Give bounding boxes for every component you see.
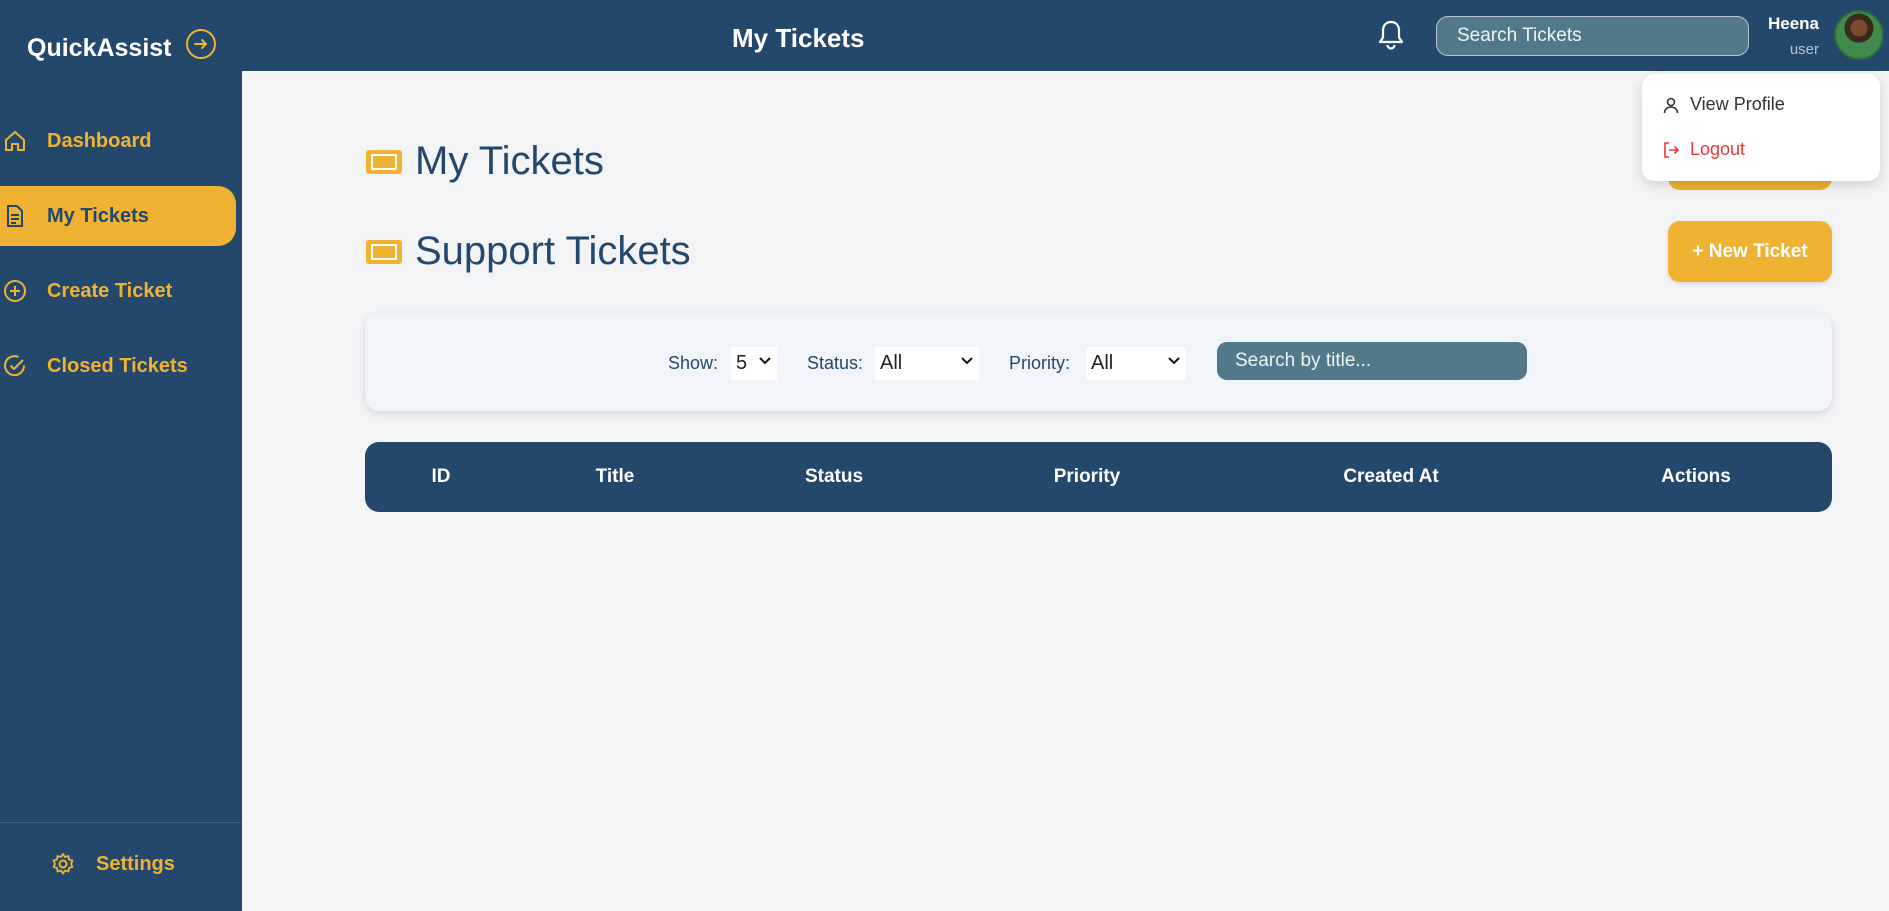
header-search-input[interactable] [1436, 16, 1749, 56]
status-label: Status: [807, 353, 864, 373]
priority-select-value: All [1091, 352, 1114, 374]
ticket-icon [366, 149, 402, 174]
column-header-status[interactable]: Status [805, 466, 863, 488]
sidebar-divider [0, 822, 242, 823]
chevron-down-icon [759, 357, 771, 365]
page-title-text: My Tickets [415, 139, 604, 183]
bell-icon [1378, 20, 1404, 50]
page-title: My Tickets [365, 139, 604, 184]
priority-label: Priority: [1009, 353, 1071, 373]
show-select[interactable]: 5 [731, 347, 777, 380]
column-header-actions[interactable]: Actions [1661, 466, 1731, 488]
document-icon [7, 205, 23, 227]
logout-icon [1664, 141, 1679, 158]
section-title: Support Tickets [365, 229, 691, 274]
view-profile-menu-item[interactable]: View Profile [1662, 94, 1785, 115]
sidebar-toggle-button[interactable] [186, 29, 216, 59]
sidebar-item-label: Dashboard [47, 129, 152, 152]
home-icon [5, 131, 25, 151]
section-title-text: Support Tickets [415, 229, 691, 273]
avatar[interactable] [1834, 10, 1884, 60]
status-select-value: All [880, 352, 903, 374]
ticket-icon [366, 239, 402, 264]
page-heading: My Tickets [732, 23, 865, 53]
chevron-down-icon [1168, 357, 1180, 365]
column-header-id[interactable]: ID [432, 466, 451, 488]
sidebar-item-dashboard[interactable]: Dashboard [0, 111, 236, 171]
brand-name: QuickAssist [27, 34, 172, 62]
sidebar-item-label: Create Ticket [47, 279, 173, 302]
plus-circle-icon [4, 280, 26, 302]
title-search-input[interactable] [1217, 342, 1527, 380]
top-bar: QuickAssist My Tickets Heena user [0, 0, 1889, 71]
notification-bell-button[interactable] [1376, 18, 1406, 52]
chevron-down-icon [961, 357, 973, 365]
logout-label: Logout [1690, 139, 1746, 159]
priority-select[interactable]: All [1086, 347, 1186, 380]
sidebar-item-label: My Tickets [47, 204, 149, 227]
filter-bar: Show: 5 Status: All Priority: All [365, 313, 1832, 411]
show-select-value: 5 [736, 352, 748, 374]
arrow-right-icon [194, 39, 207, 49]
user-name: Heena [1767, 14, 1819, 33]
gear-icon [52, 853, 74, 875]
user-icon [1663, 97, 1679, 113]
user-dropdown-menu: View Profile Logout [1642, 74, 1880, 181]
check-circle-icon [4, 355, 26, 377]
sidebar-item-label: Closed Tickets [47, 354, 188, 377]
view-profile-label: View Profile [1690, 94, 1785, 114]
settings-button[interactable]: Settings [50, 851, 175, 877]
column-header-created-at[interactable]: Created At [1343, 466, 1438, 488]
show-label: Show: [668, 353, 719, 373]
column-header-priority[interactable]: Priority [1054, 466, 1121, 488]
sidebar-item-my-tickets[interactable]: My Tickets [0, 186, 236, 246]
logout-menu-item[interactable]: Logout [1662, 139, 1745, 160]
status-select[interactable]: All [875, 347, 979, 380]
tickets-table-header: ID Title Status Priority Created At Acti… [365, 442, 1832, 512]
sidebar: Dashboard My Tickets Create Ticket Close… [0, 71, 242, 911]
new-ticket-button[interactable]: + New Ticket [1668, 221, 1832, 282]
sidebar-item-create-ticket[interactable]: Create Ticket [0, 261, 236, 321]
settings-label: Settings [96, 852, 175, 875]
column-header-title[interactable]: Title [596, 466, 635, 488]
sidebar-item-closed-tickets[interactable]: Closed Tickets [0, 336, 236, 396]
user-role: user [1789, 41, 1819, 58]
